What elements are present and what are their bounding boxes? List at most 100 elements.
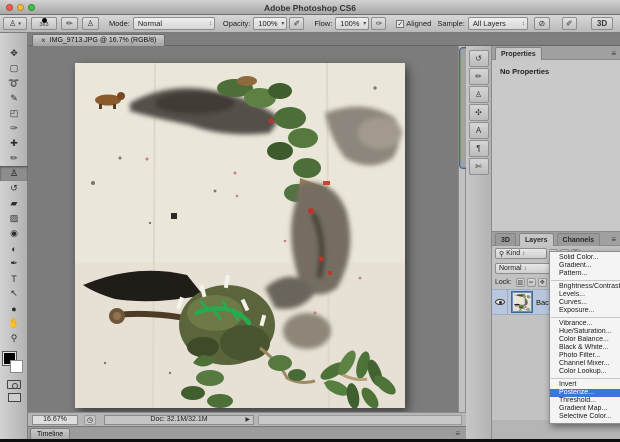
document-size-field[interactable]: Doc: 32.1M/32.1M ▶	[104, 414, 254, 425]
crop-tool[interactable]: ◰	[0, 106, 28, 121]
menu-item-curves[interactable]: Curves...	[550, 299, 620, 307]
menu-item-invert[interactable]: Invert	[550, 381, 620, 389]
path-selection-tool[interactable]: ↖	[0, 286, 28, 301]
workspace-switcher[interactable]: 3D	[591, 17, 613, 30]
aligned-checkbox[interactable]: ✓	[396, 19, 405, 28]
opacity-select[interactable]: 100% ▾	[253, 17, 288, 30]
pen-tool[interactable]: ✒	[0, 256, 28, 271]
zoom-level-field[interactable]: 16.67%	[32, 414, 78, 425]
ignore-adjustment-layers-button[interactable]: ⊘	[533, 17, 550, 30]
layer-thumbnail[interactable]	[511, 291, 533, 313]
document-image[interactable]	[75, 63, 405, 408]
lasso-tool[interactable]: ➰	[0, 76, 28, 91]
quick-mask-button[interactable]	[0, 378, 28, 391]
tab-3d[interactable]: 3D	[495, 233, 516, 246]
panel-brush-presets-button[interactable]: ✣	[468, 104, 489, 121]
lock-position-icon[interactable]: ✥	[537, 278, 547, 287]
title-bar: Adobe Photoshop CS6	[0, 0, 620, 15]
quick-selection-tool[interactable]: ✎	[0, 91, 28, 106]
history-brush-tool[interactable]: ↺	[0, 181, 28, 196]
panel-tool-presets-button[interactable]: ✄	[468, 158, 489, 175]
mode-select[interactable]: Normal ↕	[132, 17, 215, 30]
menu-item-levels[interactable]: Levels...	[550, 291, 620, 299]
lock-pixels-icon[interactable]: ✏	[526, 278, 536, 287]
type-tool[interactable]: T	[0, 271, 28, 286]
menu-item-selective-color[interactable]: Selective Color...	[550, 413, 620, 421]
menu-item-exposure[interactable]: Exposure...	[550, 307, 620, 315]
properties-panel-menu-icon[interactable]: ≡	[611, 49, 616, 58]
brush-tool[interactable]: ✏	[0, 151, 28, 166]
move-tool[interactable]: ✥	[0, 46, 28, 61]
menu-item-vibrance[interactable]: Vibrance...	[550, 320, 620, 328]
screen-mode-button[interactable]	[0, 391, 28, 404]
panel-brush-button[interactable]: ✏	[468, 68, 489, 85]
panel-character-button[interactable]: A	[468, 122, 489, 139]
layers-panel-menu-icon[interactable]: ≡	[611, 235, 616, 244]
menu-item-solid-color[interactable]: Solid Color...	[550, 254, 620, 262]
menu-item-black-white[interactable]: Black & White...	[550, 344, 620, 352]
document-status-bar: 16.67% ◷ Doc: 32.1M/32.1M ▶	[28, 412, 466, 426]
tablet-size-button[interactable]: ✐	[561, 17, 577, 30]
panel-paragraph-button[interactable]: ¶	[468, 140, 489, 157]
canvas-vertical-scrollbar[interactable]	[458, 46, 481, 412]
brush-tool-icon: ✏	[10, 153, 18, 163]
tablet-opacity-button[interactable]: ✐	[289, 17, 305, 30]
chevron-down-icon: ▾	[18, 20, 21, 27]
airbrush-button[interactable]: ✑	[371, 17, 387, 30]
healing-brush-tool[interactable]: ✚	[0, 136, 28, 151]
menu-item-brightness-contrast[interactable]: Brightness/Contrast...	[550, 283, 620, 291]
marquee-tool[interactable]: ▢	[0, 61, 28, 76]
blur-tool[interactable]: ◉	[0, 226, 28, 241]
shape-tool[interactable]: ●	[0, 301, 28, 316]
properties-panel-body: No Properties	[492, 60, 620, 232]
status-arrow-icon[interactable]: ▶	[245, 416, 250, 423]
tab-layers[interactable]: Layers	[518, 233, 554, 246]
document-tab[interactable]: × IMG_9713.JPG @ 16.7% (RGB/8)	[32, 34, 166, 46]
menu-item-gradient-map[interactable]: Gradient Map...	[550, 405, 620, 413]
dodge-tool[interactable]: ◐	[0, 241, 28, 256]
canvas-horizontal-scrollbar[interactable]	[258, 414, 462, 425]
close-document-icon[interactable]: ×	[41, 36, 46, 45]
menu-item-pattern[interactable]: Pattern...	[550, 270, 620, 278]
blur-tool-icon: ◉	[10, 228, 18, 238]
layer-filter-kind-select[interactable]: ⚲ Kind ↕	[495, 248, 547, 259]
type-tool-icon: T	[11, 273, 17, 284]
menu-item-gradient[interactable]: Gradient...	[550, 262, 620, 270]
tab-channels[interactable]: Channels	[556, 233, 601, 246]
flow-select[interactable]: 100% ▾	[335, 17, 370, 30]
toggle-clone-source-button[interactable]: ♙	[82, 17, 99, 30]
menu-item-color-lookup[interactable]: Color Lookup...	[550, 368, 620, 376]
tool-preset-picker[interactable]: ♙ ▾	[3, 17, 27, 30]
menu-item-photo-filter[interactable]: Photo Filter...	[550, 352, 620, 360]
photoshop-window: Adobe Photoshop CS6 ♙ ▾ 363 ✏ ♙ Mode: No…	[0, 0, 620, 442]
lock-transparency-icon[interactable]: ▨	[515, 278, 525, 287]
toggle-brush-panel-button[interactable]: ✏	[61, 17, 78, 30]
clone-stamp-tool-icon: ♙	[9, 168, 19, 178]
eyedropper-tool[interactable]: ✑	[0, 121, 28, 136]
background-color-swatch[interactable]	[10, 360, 23, 373]
zoom-tool[interactable]: ⚲	[0, 331, 28, 346]
gradient-tool[interactable]: ▨	[0, 211, 28, 226]
search-icon: ⚲	[499, 250, 505, 258]
hand-tool[interactable]: ✋	[0, 316, 28, 331]
menu-item-channel-mixer[interactable]: Channel Mixer...	[550, 360, 620, 368]
layer-visibility-toggle[interactable]	[492, 289, 508, 315]
blend-mode-select[interactable]: Normal ↕	[495, 263, 553, 274]
timeline-panel-menu-icon[interactable]: ≡	[455, 429, 460, 438]
timeline-panel-bar: Timeline ≡	[28, 426, 466, 440]
tab-properties[interactable]: Properties	[495, 47, 542, 60]
brush-preset-picker[interactable]: 363	[31, 17, 57, 30]
status-scrubby-icon[interactable]: ◷	[84, 414, 96, 425]
tablet-pressure-icon: ✐	[293, 19, 301, 28]
lock-pixels-icon-icon: ✏	[528, 280, 534, 286]
menu-item-color-balance[interactable]: Color Balance...	[550, 336, 620, 344]
sample-select[interactable]: All Layers ↕	[467, 17, 528, 30]
panel-history-button[interactable]: ↺	[468, 50, 489, 67]
clone-stamp-tool[interactable]: ♙	[0, 166, 28, 181]
menu-item-posterize[interactable]: Posterize...	[550, 389, 620, 397]
menu-item-hue-saturation[interactable]: Hue/Saturation...	[550, 328, 620, 336]
layer-name: Bac	[536, 297, 549, 307]
eraser-tool[interactable]: ▰	[0, 196, 28, 211]
panel-clone-source-button[interactable]: ♙	[468, 86, 489, 103]
menu-item-threshold[interactable]: Threshold...	[550, 397, 620, 405]
